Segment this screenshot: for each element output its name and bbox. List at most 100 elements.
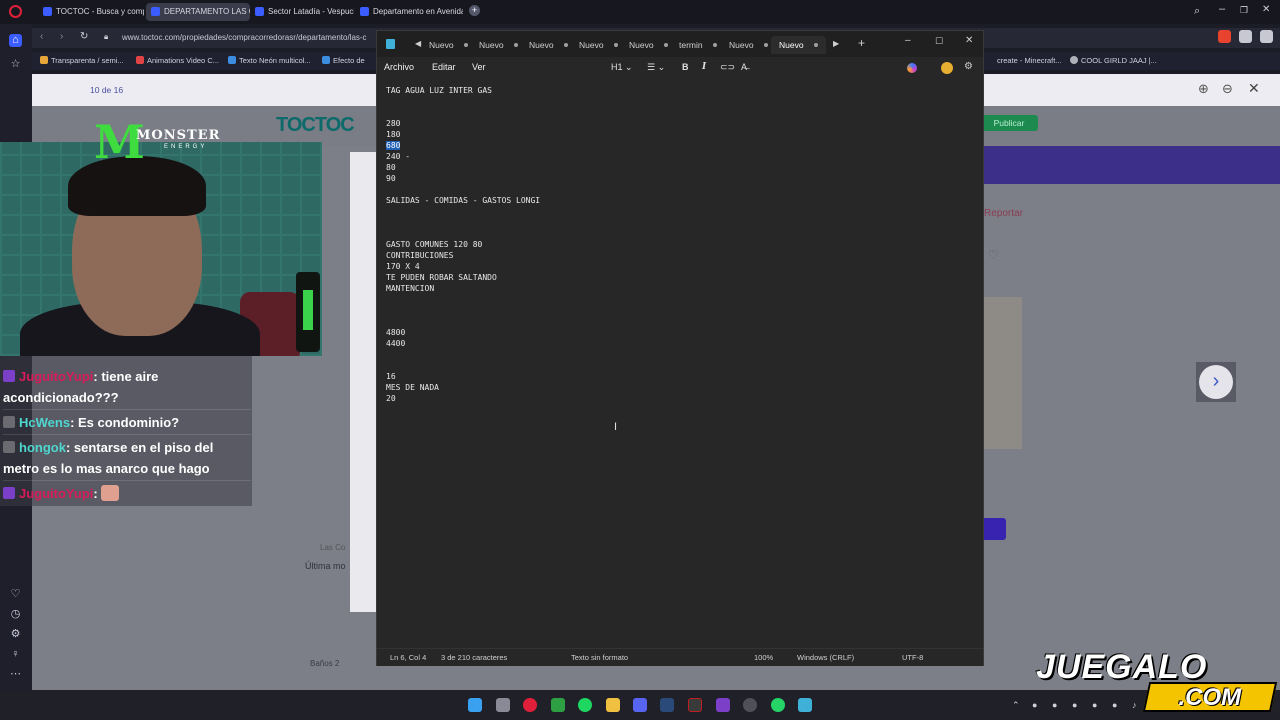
extension-icon[interactable]: [1239, 30, 1252, 43]
encoding[interactable]: UTF-8: [902, 653, 923, 662]
location-text: Las Co: [320, 543, 346, 552]
tabs-scroll-left-icon[interactable]: ◀: [415, 39, 421, 48]
unsaved-dot-icon: [712, 43, 717, 47]
account-avatar-icon[interactable]: [941, 62, 953, 74]
maximize-icon[interactable]: ☐: [935, 36, 943, 47]
list-dropdown-icon[interactable]: ☰ ⌄: [647, 62, 665, 73]
notepad-tab[interactable]: Nuevo: [579, 36, 618, 54]
tabs-scroll-right-icon[interactable]: ▶: [833, 39, 839, 48]
steam-icon[interactable]: [660, 698, 674, 712]
forward-icon[interactable]: ›: [60, 31, 63, 42]
text-line: CONTRIBUCIONES: [386, 251, 454, 260]
copilot-icon[interactable]: [907, 63, 917, 73]
bookmark-item[interactable]: create - Minecraft...: [986, 56, 1062, 65]
star-icon[interactable]: ☆: [9, 58, 22, 71]
bookmark-item[interactable]: COOL GIRLD JAAJ |...: [1070, 56, 1157, 65]
browser-tab-sector[interactable]: Sector Latadía - Vespucio: [250, 3, 354, 21]
notepad-tab[interactable]: Nuevo: [629, 36, 668, 54]
chatgpt-icon[interactable]: [743, 698, 757, 712]
text-line: 170 X 4: [386, 262, 420, 271]
extension-icon[interactable]: [1218, 30, 1231, 43]
text-line: TE PUDEN ROBAR SALTANDO: [386, 273, 497, 282]
toctoc-favicon-icon: [43, 7, 52, 16]
minimize-icon[interactable]: –: [905, 35, 911, 46]
settings-icon[interactable]: ⚙: [964, 61, 973, 72]
zoom-out-icon[interactable]: ⊖: [1222, 81, 1233, 97]
italic-icon[interactable]: I: [702, 62, 706, 72]
emote-icon: [101, 485, 120, 501]
contact-button[interactable]: [984, 518, 1006, 540]
spotify-icon[interactable]: [578, 698, 592, 712]
reload-icon[interactable]: ↻: [80, 31, 88, 42]
twitch-icon[interactable]: [716, 698, 730, 712]
notepad-tab[interactable]: Nuevo: [429, 36, 468, 54]
url-text[interactable]: www.toctoc.com/propiedades/compracorredo…: [122, 33, 367, 42]
notepad-tab[interactable]: termin: [679, 36, 717, 54]
menu-ver[interactable]: Ver: [472, 62, 486, 72]
obs-icon[interactable]: [688, 698, 702, 712]
link-icon[interactable]: ⊂⊃: [720, 62, 735, 73]
opera-icon[interactable]: [523, 698, 537, 712]
task-view-icon[interactable]: [496, 698, 510, 712]
reportar-link[interactable]: Reportar: [984, 208, 1023, 219]
extension-icon[interactable]: [1260, 30, 1273, 43]
format-indicator[interactable]: Texto sin formato: [571, 653, 628, 662]
menu-archivo[interactable]: Archivo: [384, 62, 414, 72]
settings-icon[interactable]: ⚙: [9, 628, 22, 641]
zoom-in-icon[interactable]: ⊕: [1198, 81, 1209, 97]
next-photo-button[interactable]: ›: [1196, 362, 1236, 402]
publicar-button[interactable]: Publicar: [980, 115, 1038, 131]
file-explorer-icon[interactable]: [606, 698, 620, 712]
close-icon[interactable]: ✕: [1262, 4, 1270, 15]
notepad-tab[interactable]: Nuevo: [479, 36, 518, 54]
bookmark-item[interactable]: Efecto de: [322, 56, 365, 65]
opera-icon[interactable]: [9, 5, 22, 18]
back-icon[interactable]: ‹: [40, 31, 43, 42]
heading-dropdown[interactable]: H1 ⌄: [611, 62, 633, 73]
history-icon[interactable]: ◷: [9, 608, 22, 621]
xbox-icon[interactable]: [551, 698, 565, 712]
unsaved-dot-icon: [563, 43, 568, 47]
clear-format-icon[interactable]: A̶: [741, 62, 747, 72]
bathrooms-text: Baños 2: [310, 659, 340, 668]
minimize-icon[interactable]: –: [1219, 3, 1225, 15]
monster-logo-text: MONSTER: [136, 128, 221, 143]
windows-start-icon[interactable]: [468, 698, 482, 712]
text-line-selected: 680: [386, 141, 401, 150]
close-icon[interactable]: ✕: [965, 35, 973, 46]
heart-icon[interactable]: ♡: [9, 588, 22, 601]
notepad-tab[interactable]: Nuevo: [529, 36, 568, 54]
favorite-heart-icon[interactable]: ♡: [988, 248, 999, 262]
bookmark-icon: [40, 56, 48, 64]
browser-tab-avenida[interactable]: Departamento en Avenida: [355, 3, 463, 21]
bookmark-item[interactable]: Texto Neón multicol...: [228, 56, 311, 65]
new-tab-icon[interactable]: +: [469, 5, 480, 16]
notepad-window: ◀ Nuevo Nuevo Nuevo Nuevo Nuevo termin N…: [376, 30, 984, 666]
tray-chevron-icon[interactable]: ⌃: [1012, 700, 1020, 711]
tips-icon[interactable]: ♀: [9, 648, 22, 661]
site-logo[interactable]: TOCTOC: [276, 114, 355, 137]
search-tabs-icon[interactable]: ⌕: [1194, 5, 1200, 18]
bold-icon[interactable]: B: [682, 62, 689, 72]
browser-tab-toctoc[interactable]: TOCTOC - Busca y compra: [38, 3, 144, 21]
bookmark-item[interactable]: Transparenta / semi...: [40, 56, 124, 65]
menu-editar[interactable]: Editar: [432, 62, 456, 72]
home-icon[interactable]: ⌂: [9, 34, 22, 47]
notepad-taskbar-icon[interactable]: [798, 698, 812, 712]
discord-icon[interactable]: [633, 698, 647, 712]
notepad-tab-active[interactable]: Nuevo: [771, 36, 826, 54]
notepad-text-area[interactable]: TAG AGUA LUZ INTER GAS 280 180 680 240 -…: [386, 86, 966, 646]
notepad-tab[interactable]: Nuevo: [729, 36, 768, 54]
close-gallery-icon[interactable]: ✕: [1248, 80, 1260, 97]
new-tab-icon[interactable]: +: [858, 36, 865, 50]
whatsapp-icon[interactable]: [771, 698, 785, 712]
text-line: 16: [386, 372, 396, 381]
maximize-icon[interactable]: ❐: [1240, 5, 1248, 16]
zoom-level[interactable]: 100%: [754, 653, 773, 662]
browser-tab-departamento[interactable]: DEPARTAMENTO LAS CO: [146, 3, 250, 21]
bookmark-item[interactable]: Animations Video C...: [136, 56, 219, 65]
more-icon[interactable]: ⋯: [9, 668, 22, 681]
text-line: MANTENCION: [386, 284, 435, 293]
line-ending[interactable]: Windows (CRLF): [797, 653, 854, 662]
webcam-overlay: [0, 142, 322, 356]
